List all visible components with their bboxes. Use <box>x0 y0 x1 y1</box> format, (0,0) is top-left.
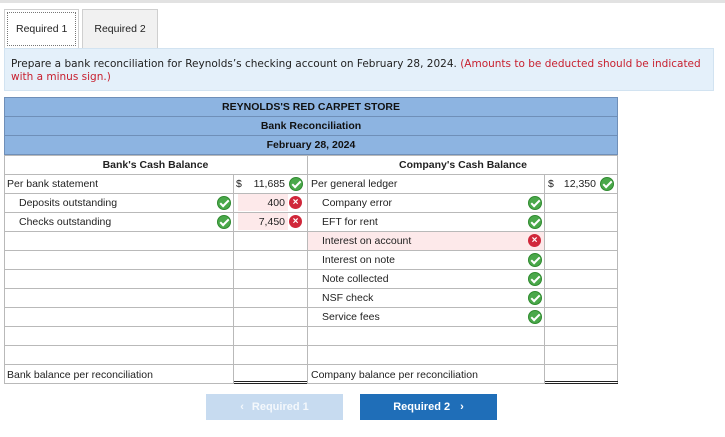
company-error-label[interactable]: Company error <box>322 194 392 212</box>
bank-amount-col-left <box>233 174 234 384</box>
check-icon <box>600 177 614 191</box>
company-balance-per-reconciliation-label: Company balance per reconciliation <box>311 369 478 381</box>
statement-date: February 28, 2024 <box>266 139 356 151</box>
top-strip <box>0 0 725 3</box>
x-icon: × <box>289 196 302 209</box>
company-double-underline <box>545 381 618 384</box>
row-line <box>4 307 618 308</box>
deposits-outstanding-label[interactable]: Deposits outstanding <box>19 194 117 212</box>
company-name: REYNOLDS'S RED CARPET STORE <box>222 101 400 113</box>
service-fees-label[interactable]: Service fees <box>322 308 380 326</box>
x-icon: × <box>528 234 541 247</box>
chevron-right-icon: › <box>460 401 464 413</box>
check-icon <box>289 177 303 191</box>
row-line <box>4 326 618 327</box>
book-amount-col-left <box>544 174 545 384</box>
bank-balance-per-reconciliation-label: Bank balance per reconciliation <box>7 369 153 381</box>
bank-double-underline <box>234 381 307 384</box>
tab-required-2[interactable]: Required 2 <box>82 9 158 49</box>
bank-column-heading: Bank's Cash Balance <box>4 156 307 174</box>
statement-name: Bank Reconciliation <box>260 120 362 132</box>
company-name-header: REYNOLDS'S RED CARPET STORE <box>4 97 618 117</box>
deposits-outstanding-amount-input[interactable]: 400 <box>238 194 288 211</box>
previous-button-label: Required 1 <box>251 401 309 413</box>
book-currency-symbol: $ <box>548 178 554 190</box>
statement-name-header: Bank Reconciliation <box>4 116 618 136</box>
chevron-left-icon: ‹ <box>240 401 244 413</box>
tab-bar: Required 1 Required 2 <box>4 9 161 49</box>
bank-currency-symbol: $ <box>236 178 242 190</box>
previous-button[interactable]: ‹ Required 1 <box>206 394 343 420</box>
eft-for-rent-label[interactable]: EFT for rent <box>322 213 378 231</box>
check-icon <box>528 291 542 305</box>
check-icon <box>217 215 231 229</box>
check-icon <box>528 272 542 286</box>
company-heading-text: Company's Cash Balance <box>399 159 527 171</box>
x-icon: × <box>289 215 302 228</box>
row-line <box>4 288 618 289</box>
check-icon <box>528 310 542 324</box>
row-line <box>4 364 618 365</box>
checks-outstanding-label[interactable]: Checks outstanding <box>19 213 111 231</box>
row-line <box>4 345 618 346</box>
interest-on-account-label[interactable]: Interest on account <box>308 232 544 250</box>
row-line <box>4 269 618 270</box>
check-icon <box>528 253 542 267</box>
next-button-label: Required 2 <box>393 401 451 413</box>
nsf-check-label[interactable]: NSF check <box>322 289 373 307</box>
check-icon <box>528 196 542 210</box>
interest-on-note-label[interactable]: Interest on note <box>322 251 395 269</box>
instructions-box: Prepare a bank reconciliation for Reynol… <box>4 48 714 91</box>
checks-outstanding-amount-input[interactable]: 7,450 <box>238 213 288 230</box>
tab-required-1[interactable]: Required 1 <box>4 9 80 49</box>
instructions-text: Prepare a bank reconciliation for Reynol… <box>11 58 461 70</box>
next-button[interactable]: Required 2 › <box>360 394 497 420</box>
bank-statement-amount-input[interactable]: 11,685 <box>250 175 288 192</box>
check-icon <box>217 196 231 210</box>
per-bank-statement-label: Per bank statement <box>7 178 99 190</box>
row-line <box>4 250 618 251</box>
bank-reconciled-balance-input[interactable] <box>236 365 304 382</box>
per-general-ledger-label: Per general ledger <box>311 178 398 190</box>
company-column-heading: Company's Cash Balance <box>308 156 618 174</box>
note-collected-label[interactable]: Note collected <box>322 270 389 288</box>
general-ledger-amount-input[interactable]: 12,350 <box>560 175 599 192</box>
company-reconciled-balance-input[interactable] <box>547 365 615 382</box>
bank-heading-text: Bank's Cash Balance <box>102 159 209 171</box>
check-icon <box>528 215 542 229</box>
statement-date-header: February 28, 2024 <box>4 135 618 155</box>
